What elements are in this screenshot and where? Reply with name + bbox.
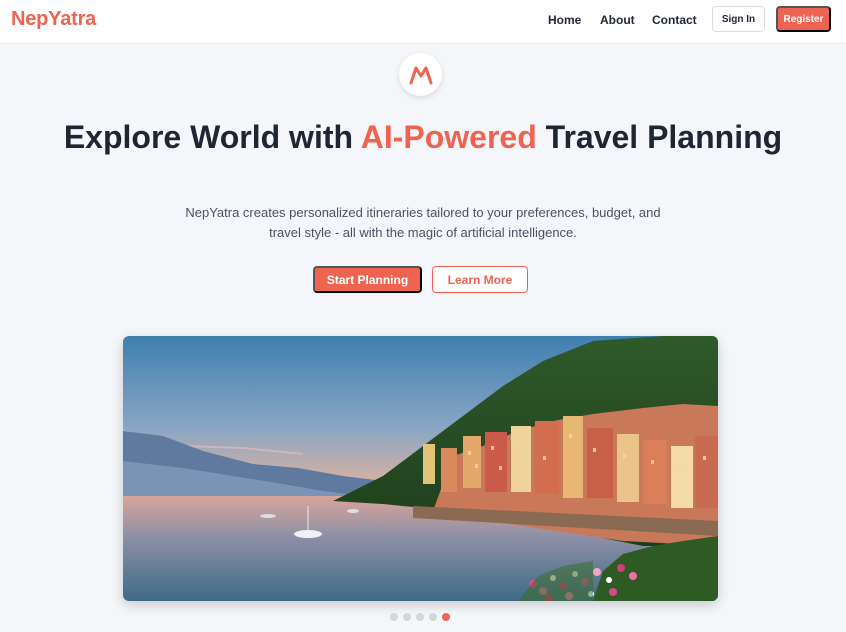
nav-link-about[interactable]: About bbox=[600, 13, 635, 27]
carousel-dot-3[interactable] bbox=[416, 613, 424, 621]
hero-title-part1: Explore World with bbox=[63, 119, 361, 155]
learn-more-button[interactable]: Learn More bbox=[432, 266, 528, 293]
carousel-dot-5[interactable] bbox=[442, 613, 450, 621]
hero-title: Explore World with AI-Powered Travel Pla… bbox=[0, 120, 846, 154]
carousel-dots bbox=[390, 613, 450, 621]
start-planning-button[interactable]: Start Planning bbox=[313, 266, 422, 293]
hero-title-part2: Travel Planning bbox=[536, 119, 783, 155]
nav-link-contact[interactable]: Contact bbox=[652, 13, 697, 27]
navbar: NepYatra Home About Contact Sign In Regi… bbox=[0, 0, 846, 44]
hero-title-accent: AI-Powered bbox=[360, 119, 537, 155]
hero-carousel[interactable] bbox=[123, 336, 718, 601]
logo-badge bbox=[399, 53, 442, 96]
hero-subtitle: NepYatra creates personalized itinerarie… bbox=[185, 205, 661, 240]
sign-in-button[interactable]: Sign In bbox=[712, 6, 765, 32]
nav-link-home[interactable]: Home bbox=[548, 13, 581, 27]
carousel-dot-4[interactable] bbox=[429, 613, 437, 621]
brand-logo[interactable]: NepYatra bbox=[11, 8, 96, 31]
register-button[interactable]: Register bbox=[776, 6, 831, 32]
carousel-slide-image bbox=[123, 336, 718, 601]
carousel-dot-1[interactable] bbox=[390, 613, 398, 621]
carousel-dot-2[interactable] bbox=[403, 613, 411, 621]
mountain-icon bbox=[409, 66, 432, 84]
